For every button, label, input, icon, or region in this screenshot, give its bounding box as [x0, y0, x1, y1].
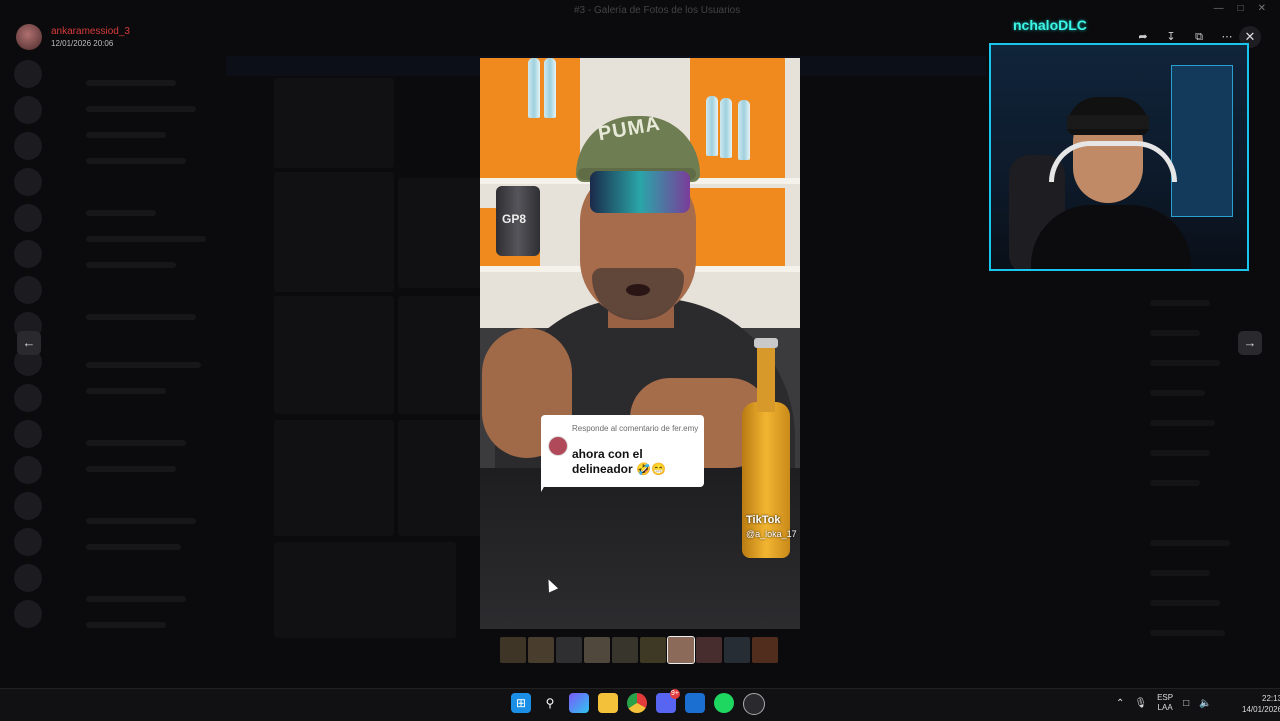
comment-meta: Responde al comentario de fer.emy [572, 424, 699, 433]
comment-text: ahora con el delineador 🤣😁 [572, 447, 666, 476]
thumbnail[interactable] [584, 637, 610, 663]
search-icon[interactable]: ⚲ [540, 693, 560, 713]
more-icon[interactable]: ⋯ [1218, 30, 1236, 44]
maximize-icon[interactable]: □ [1238, 3, 1244, 14]
server-list [0, 50, 56, 670]
copilot-icon[interactable] [569, 693, 589, 713]
arrow-left-icon[interactable]: ← [17, 331, 41, 355]
system-tray: ⌃ 🎙 ESP LAA □ 🔈 [1116, 693, 1212, 713]
arrow-right-icon[interactable]: → [1238, 331, 1262, 355]
download-icon[interactable]: ↧ [1162, 30, 1180, 44]
spotify-icon[interactable] [714, 693, 734, 713]
window-title: #3 - Galería de Fotos de los Usuarios [574, 5, 741, 16]
thumbnail[interactable] [556, 637, 582, 663]
media-image[interactable]: GP8 PUMA Responde al comentario de fer.e… [480, 58, 800, 629]
tub-label: GP8 [502, 212, 527, 226]
tiktok-username: @a_loka_17 [746, 529, 797, 539]
thumbnail[interactable] [696, 637, 722, 663]
thumbnail[interactable] [500, 637, 526, 663]
background-gallery [274, 78, 514, 638]
post-date: 12/01/2026 20:06 [51, 39, 114, 48]
taskbar-apps: ⊞ ⚲ 9+ [511, 689, 765, 715]
thumbnail[interactable] [612, 637, 638, 663]
steam-icon[interactable] [743, 693, 765, 715]
outlook-icon[interactable] [685, 693, 705, 713]
sunglasses [590, 171, 690, 213]
thumbnail[interactable] [528, 637, 554, 663]
chrome-icon[interactable] [627, 693, 647, 713]
avatar[interactable] [16, 24, 42, 50]
username: ankaramessiod_3 [51, 26, 130, 37]
volume-icon[interactable]: 🔈 [1199, 698, 1211, 709]
file-explorer-icon[interactable] [598, 693, 618, 713]
open-external-icon[interactable]: ⧉ [1190, 30, 1208, 44]
microphone-icon[interactable]: 🎙 [1134, 698, 1147, 709]
language-indicator[interactable]: ESP LAA [1157, 693, 1173, 713]
thumbnail[interactable] [752, 637, 778, 663]
tiktok-watermark: TikTok [746, 514, 781, 526]
thumbnail-strip [500, 636, 780, 664]
share-icon[interactable]: ➦ [1134, 30, 1152, 44]
commenter-avatar [548, 436, 568, 456]
viewer-toolbar: ➦ ↧ ⧉ ⋯ [1134, 30, 1236, 44]
thumbnail[interactable] [724, 637, 750, 663]
minimize-icon[interactable]: — [1214, 3, 1224, 14]
clock[interactable]: 22:13 14/01/2026 [1242, 693, 1280, 715]
discord-badge: 9+ [670, 689, 680, 699]
window-controls[interactable]: — □ ✕ [1214, 3, 1266, 14]
comment-reply-sticker: Responde al comentario de fer.emy ahora … [541, 415, 704, 487]
thumbnail[interactable] [640, 637, 666, 663]
chevron-up-icon[interactable]: ⌃ [1116, 698, 1124, 709]
thumbnail-active[interactable] [667, 636, 695, 664]
webcam-overlay [989, 43, 1249, 271]
network-icon[interactable]: □ [1183, 698, 1189, 709]
discord-icon[interactable]: 9+ [656, 689, 680, 713]
channel-list [56, 50, 226, 670]
streamer-name: nchaloDLC [1013, 17, 1087, 33]
window-close-icon[interactable]: ✕ [1258, 3, 1266, 14]
windows-start-icon[interactable]: ⊞ [511, 693, 531, 713]
